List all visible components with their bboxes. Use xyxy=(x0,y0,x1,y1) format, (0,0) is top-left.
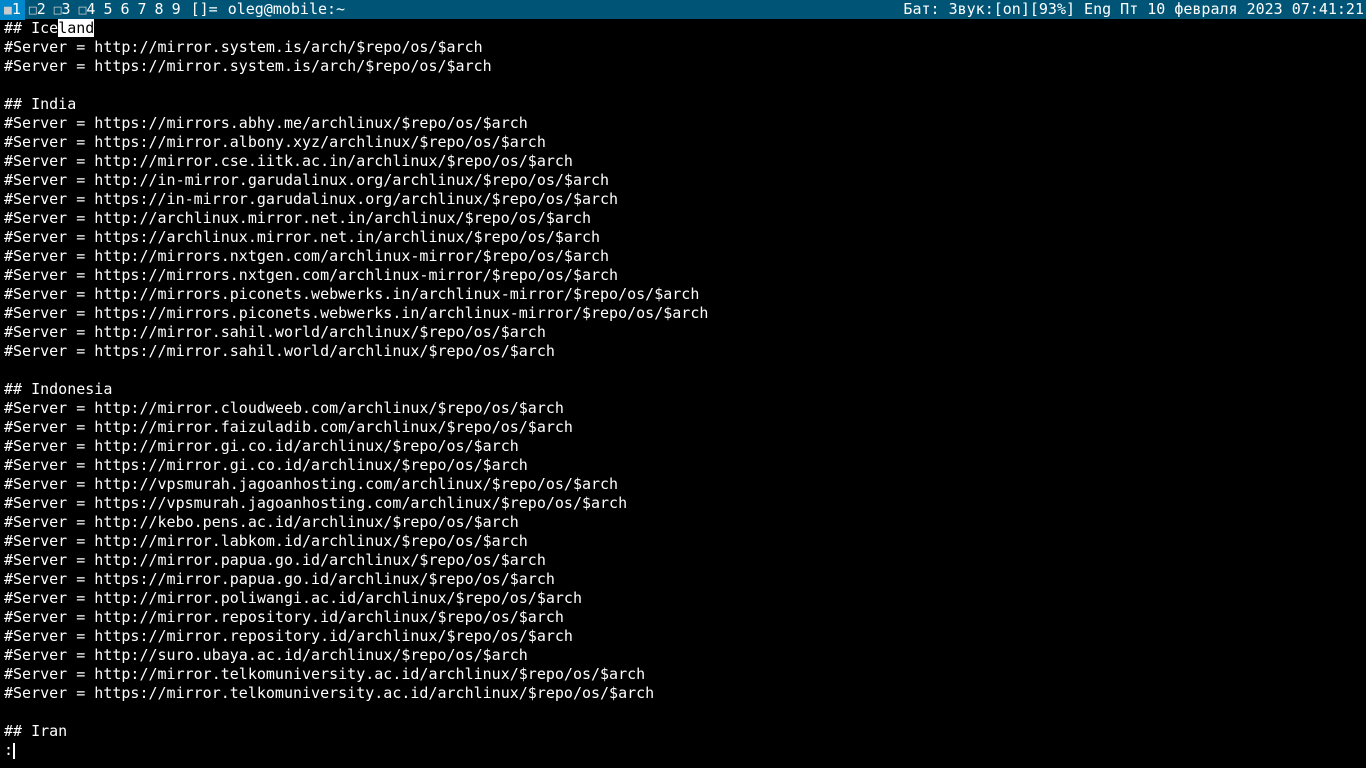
terminal-line: #Server = http://mirror.repository.id/ar… xyxy=(4,608,1362,627)
terminal-line: #Server = http://in-mirror.garudalinux.o… xyxy=(4,171,1362,190)
terminal-line: #Server = http://vpsmurah.jagoanhosting.… xyxy=(4,475,1362,494)
statusbar: ■1 □2 □3 □4 5 6 7 8 9 []= oleg@mobile:~ … xyxy=(0,0,1366,19)
terminal-line: ## Iran xyxy=(4,722,1362,741)
terminal-line: #Server = http://mirror.papua.go.id/arch… xyxy=(4,551,1362,570)
terminal-line: #Server = http://mirror.gi.co.id/archlin… xyxy=(4,437,1362,456)
terminal-line: ## Iceland xyxy=(4,19,1362,38)
workspace-7[interactable]: 7 xyxy=(134,0,151,19)
terminal-line xyxy=(4,361,1362,380)
terminal-line: #Server = https://archlinux.mirror.net.i… xyxy=(4,228,1362,247)
workspace-4[interactable]: □4 xyxy=(75,0,100,20)
terminal-line: #Server = https://mirror.repository.id/a… xyxy=(4,627,1362,646)
terminal-line xyxy=(4,703,1362,722)
terminal-line: #Server = https://mirrors.abhy.me/archli… xyxy=(4,114,1362,133)
terminal-line: #Server = http://archlinux.mirror.net.in… xyxy=(4,209,1362,228)
terminal-line: #Server = http://mirror.system.is/arch/$… xyxy=(4,38,1362,57)
terminal-line: #Server = https://mirror.papua.go.id/arc… xyxy=(4,570,1362,589)
terminal-line: #Server = https://mirror.albony.xyz/arch… xyxy=(4,133,1362,152)
terminal-line: #Server = http://mirror.sahil.world/arch… xyxy=(4,323,1362,342)
terminal-line: #Server = http://kebo.pens.ac.id/archlin… xyxy=(4,513,1362,532)
workspace-6[interactable]: 6 xyxy=(116,0,133,19)
terminal-line: #Server = https://mirror.gi.co.id/archli… xyxy=(4,456,1362,475)
terminal-line xyxy=(4,76,1362,95)
layout-indicator[interactable]: []= xyxy=(185,0,224,19)
window-title: oleg@mobile:~ xyxy=(224,0,349,19)
command-prompt[interactable]: : xyxy=(4,741,1362,760)
terminal-line: ## India xyxy=(4,95,1362,114)
workspace-5[interactable]: 5 xyxy=(99,0,116,19)
terminal-line: #Server = https://mirror.system.is/arch/… xyxy=(4,57,1362,76)
workspace-2[interactable]: □2 xyxy=(25,0,50,20)
workspace-8[interactable]: 8 xyxy=(151,0,168,19)
terminal-line: #Server = https://in-mirror.garudalinux.… xyxy=(4,190,1362,209)
cursor xyxy=(13,743,15,759)
terminal-line: #Server = http://mirror.poliwangi.ac.id/… xyxy=(4,589,1362,608)
terminal-line: #Server = http://mirror.faizuladib.com/a… xyxy=(4,418,1362,437)
search-highlight: land xyxy=(58,19,94,37)
terminal[interactable]: ## Iceland#Server = http://mirror.system… xyxy=(0,19,1366,760)
terminal-line: #Server = https://mirrors.piconets.webwe… xyxy=(4,304,1362,323)
terminal-line: #Server = https://mirrors.nxtgen.com/arc… xyxy=(4,266,1362,285)
terminal-line: #Server = http://mirror.cloudweeb.com/ar… xyxy=(4,399,1362,418)
terminal-line: #Server = http://mirrors.piconets.webwer… xyxy=(4,285,1362,304)
system-info: Бат: Звук:[on][93%] Eng Пт 10 февраля 20… xyxy=(897,0,1366,19)
terminal-line: #Server = http://mirror.labkom.id/archli… xyxy=(4,532,1362,551)
terminal-line: #Server = https://vpsmurah.jagoanhosting… xyxy=(4,494,1362,513)
terminal-line: #Server = http://mirror.telkomuniversity… xyxy=(4,665,1362,684)
terminal-line: #Server = https://mirror.sahil.world/arc… xyxy=(4,342,1362,361)
terminal-line: #Server = http://suro.ubaya.ac.id/archli… xyxy=(4,646,1362,665)
terminal-line: #Server = https://mirror.telkomuniversit… xyxy=(4,684,1362,703)
workspace-9[interactable]: 9 xyxy=(168,0,185,19)
terminal-line: ## Indonesia xyxy=(4,380,1362,399)
workspace-3[interactable]: □3 xyxy=(50,0,75,20)
terminal-line: #Server = http://mirrors.nxtgen.com/arch… xyxy=(4,247,1362,266)
workspace-1[interactable]: ■1 xyxy=(0,0,25,20)
terminal-line: #Server = http://mirror.cse.iitk.ac.in/a… xyxy=(4,152,1362,171)
